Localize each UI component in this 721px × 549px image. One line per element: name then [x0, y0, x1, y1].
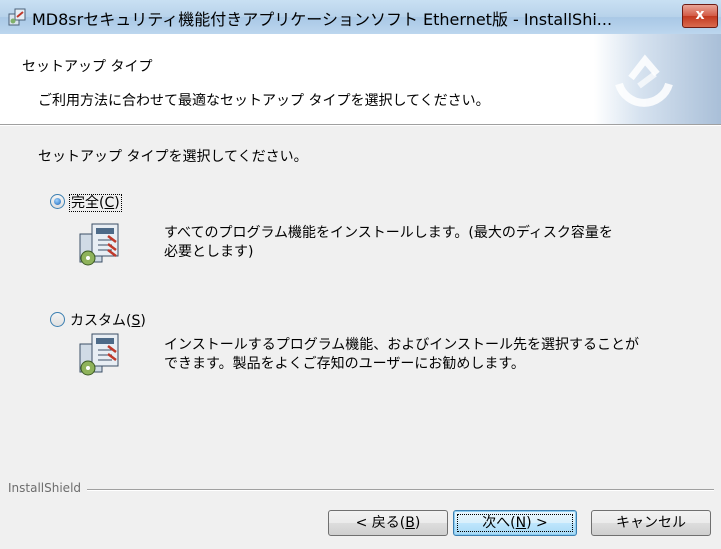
option-label-custom: カスタム(S): [70, 313, 146, 329]
close-icon: x: [695, 7, 705, 23]
installer-window: MD8srセキュリティ機能付きアプリケーションソフト Ethernet版 - I…: [0, 0, 721, 549]
radio-unchecked-icon[interactable]: [50, 312, 65, 327]
header-divider-highlight: [0, 125, 721, 126]
close-button[interactable]: x: [682, 4, 718, 28]
footer-divider-highlight: [8, 490, 714, 491]
header-panel: セットアップ タイプ ご利用方法に合わせて最適なセットアップ タイプを選択してく…: [0, 34, 721, 124]
page-description: ご利用方法に合わせて最適なセットアップ タイプを選択してください。: [38, 93, 490, 109]
complete-setup-icon: [79, 223, 119, 266]
description-line: インストールするプログラム機能、およびインストール先を選択することが: [164, 337, 640, 353]
description-line: できます。製品をよくご存知のユーザーにお勧めします。: [164, 356, 525, 372]
cancel-button[interactable]: キャンセル: [591, 510, 711, 536]
back-button[interactable]: < 戻る(B): [328, 510, 448, 536]
radio-checked-icon[interactable]: [50, 194, 65, 209]
header-banner: [594, 34, 721, 124]
setup-type-prompt: セットアップ タイプを選択してください。: [38, 149, 308, 165]
page-title: セットアップ タイプ: [22, 59, 153, 75]
installshield-brand: InstallShield: [8, 481, 88, 495]
option-description-custom: インストールするプログラム機能、およびインストール先を選択することが できます。…: [164, 336, 639, 374]
custom-setup-icon: [79, 333, 119, 376]
radio-option-complete[interactable]: 完全(C): [50, 192, 122, 212]
option-label-complete: 完全(C): [69, 194, 122, 212]
window-title: MD8srセキュリティ機能付きアプリケーションソフト Ethernet版 - I…: [32, 10, 613, 29]
title-bar[interactable]: MD8srセキュリティ機能付きアプリケーションソフト Ethernet版 - I…: [0, 0, 721, 34]
next-button[interactable]: 次へ(N) >: [453, 510, 577, 536]
description-line: 必要とします): [164, 244, 254, 260]
radio-option-custom[interactable]: カスタム(S): [50, 310, 146, 330]
option-description-complete: すべてのプログラム機能をインストールします。(最大のディスク容量を 必要とします…: [164, 224, 613, 262]
installer-app-icon: [8, 8, 26, 26]
description-line: すべてのプログラム機能をインストールします。(最大のディスク容量を: [164, 225, 613, 241]
installshield-banner-icon: [615, 54, 673, 107]
